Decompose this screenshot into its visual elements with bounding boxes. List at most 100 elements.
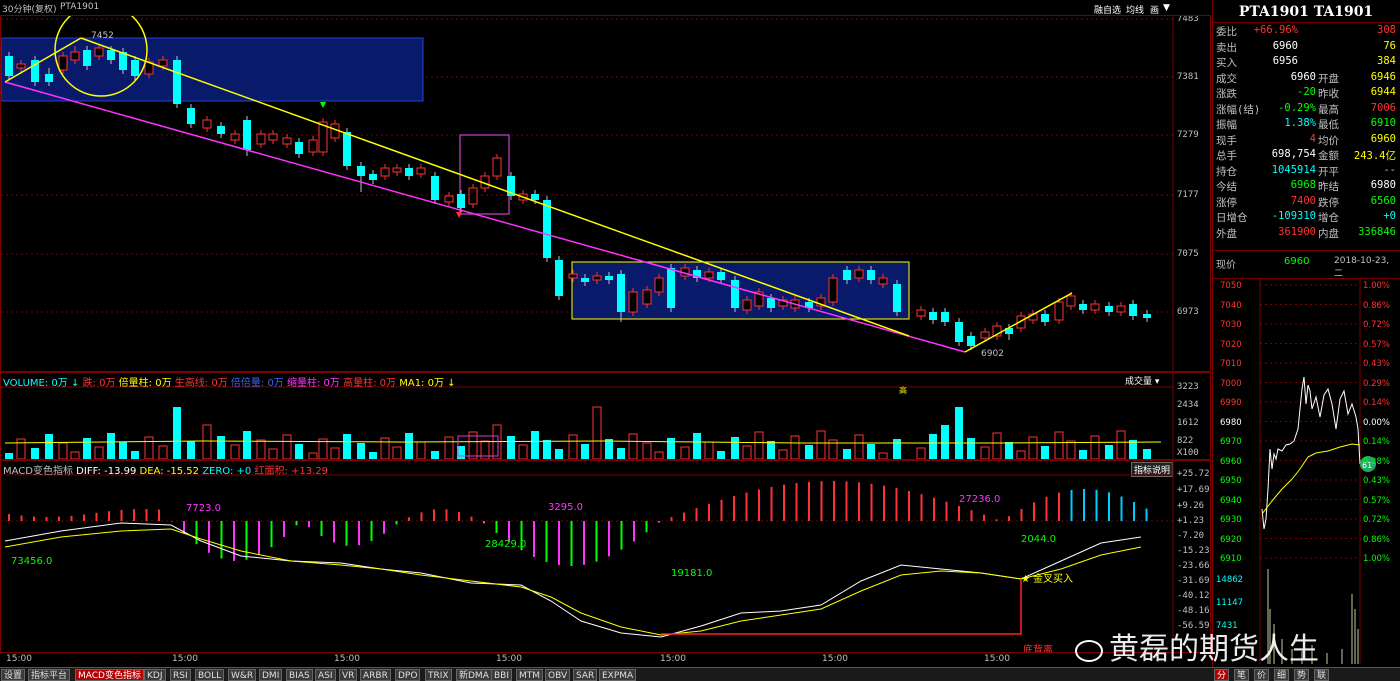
mini-price-tick: 6930 bbox=[1220, 515, 1242, 525]
candle bbox=[1105, 306, 1113, 312]
tab-mtm[interactable]: MTM bbox=[516, 669, 544, 681]
volume-bar bbox=[5, 453, 13, 459]
candle bbox=[704, 271, 714, 279]
quote-value: 698,754 bbox=[1271, 148, 1316, 160]
volume-canvas: 高 bbox=[1, 373, 1174, 459]
volume-bar bbox=[1005, 442, 1013, 459]
tab-rsi[interactable]: RSI bbox=[170, 669, 191, 681]
volume-bar bbox=[642, 442, 652, 459]
volume-bar bbox=[1105, 445, 1113, 459]
volume-bar bbox=[693, 433, 701, 459]
golden-cross-label: 金叉买入 bbox=[1033, 572, 1073, 585]
mini-pct-tick: 0.43% bbox=[1363, 359, 1391, 369]
mini-pct-tick: 0.57% bbox=[1363, 495, 1391, 506]
time-tick: 15:00 bbox=[6, 654, 32, 664]
candle bbox=[731, 280, 739, 308]
quote-value: 336846 bbox=[1358, 225, 1396, 238]
volume-bar bbox=[518, 444, 528, 459]
tab-kdj[interactable]: KDJ bbox=[144, 669, 166, 681]
period-label[interactable]: 30分钟(复权) bbox=[2, 2, 56, 15]
quote-value: -- bbox=[1383, 163, 1396, 176]
time-tick: 15:00 bbox=[172, 654, 198, 664]
volume-bar bbox=[867, 444, 875, 459]
tab-bias[interactable]: BIAS bbox=[286, 669, 313, 681]
tab-tick[interactable]: 笔 bbox=[1234, 669, 1250, 681]
candle bbox=[256, 133, 266, 145]
ctrl-menu[interactable]: ▼ bbox=[1163, 3, 1170, 13]
tab-dpo[interactable]: DPO bbox=[395, 669, 421, 681]
volume-panel[interactable]: VOLUME: 0万 ↓ 跌: 0万 倍量柱: 0万 生高线: 0万 倍倍量: … bbox=[0, 372, 1211, 460]
mini-pct-tick: 0.14% bbox=[1363, 437, 1391, 447]
mini-price-tick: 7050 bbox=[1220, 281, 1242, 291]
tab-detail[interactable]: 细 bbox=[1274, 669, 1290, 681]
kline-panel[interactable]: 7452 6902 7483 7381 7279 7177 7075 6973 bbox=[0, 16, 1211, 372]
quote-value: +66.96% bbox=[1253, 24, 1298, 36]
volume-bar bbox=[405, 433, 413, 459]
tab-macd[interactable]: MACD变色指标 bbox=[75, 669, 144, 681]
quote-value: 6968 bbox=[1290, 179, 1316, 191]
macd-tick: +25.72 bbox=[1177, 469, 1210, 479]
tab-asi[interactable]: ASI bbox=[315, 669, 336, 681]
candle bbox=[1066, 295, 1076, 307]
macd-label: 2044.0 bbox=[1021, 534, 1056, 545]
tab-newdma[interactable]: 新DMA bbox=[456, 669, 492, 681]
kline-canvas[interactable]: 7452 6902 bbox=[1, 16, 1211, 372]
volume-bar bbox=[343, 434, 351, 459]
tab-expma[interactable]: EXPMA bbox=[599, 669, 637, 681]
price-tick: 7483 bbox=[1177, 16, 1199, 24]
vol-tick: 1612 bbox=[1177, 418, 1199, 428]
tab-sar[interactable]: SAR bbox=[573, 669, 598, 681]
ctrl-draw[interactable]: 画 bbox=[1150, 3, 1159, 16]
candle bbox=[581, 278, 589, 282]
tab-bbi[interactable]: BBI bbox=[491, 669, 513, 681]
volume-bar bbox=[916, 447, 926, 459]
quote-key: 振幅 bbox=[1216, 119, 1237, 131]
quote-key: 持仓 bbox=[1216, 165, 1237, 178]
ctrl-ma[interactable]: 均线 bbox=[1126, 3, 1144, 16]
tab-wr[interactable]: W&R bbox=[228, 669, 257, 681]
quote-key: 昨收 bbox=[1318, 88, 1339, 100]
quote-value: 361900 bbox=[1278, 225, 1316, 238]
volume-bar bbox=[778, 449, 788, 459]
candle bbox=[107, 50, 115, 60]
tab-arbr[interactable]: ARBR bbox=[360, 669, 391, 681]
macd-panel[interactable]: MACD变色指标 DIFF: -13.99 DEA: -15.52 ZERO: … bbox=[0, 460, 1211, 653]
volume-bar bbox=[31, 448, 39, 459]
tab-linked[interactable]: 联 bbox=[1314, 669, 1330, 681]
quote-row: 日增仓 -109310 增仓 +0 bbox=[1214, 210, 1398, 224]
tab-minute[interactable]: 分 bbox=[1214, 669, 1230, 681]
indicator-tab-bar: 设置 指标平台 MACD变色指标 KDJ RSI BOLL W&R DMI BI… bbox=[0, 667, 1212, 681]
tab-settings[interactable]: 设置 bbox=[1, 669, 26, 681]
candle bbox=[217, 126, 225, 134]
macd-tick: +17.69 bbox=[1177, 485, 1210, 495]
candle bbox=[605, 276, 613, 280]
volume-bar bbox=[543, 440, 551, 459]
divergence-label: 底背离 bbox=[1023, 643, 1053, 653]
intraday-chart[interactable]: 61 7050 1.00% 7040 0.86% 7030 0.72% 7020 0.57% 7… bbox=[1212, 279, 1400, 667]
volume-bar bbox=[1028, 436, 1038, 459]
macd-tick: +1.23 bbox=[1177, 516, 1205, 526]
volume-bar bbox=[268, 448, 278, 459]
quote-row: 振幅 1.38% 最低 6910 bbox=[1214, 117, 1398, 131]
tab-trend[interactable]: 势 bbox=[1294, 669, 1310, 681]
tab-dmi[interactable]: DMI bbox=[259, 669, 283, 681]
macd-tick: +9.26 bbox=[1177, 501, 1205, 511]
tab-obv[interactable]: OBV bbox=[545, 669, 571, 681]
quote-value: 308 bbox=[1377, 24, 1396, 36]
candle bbox=[1054, 301, 1064, 321]
volume-bar bbox=[980, 446, 990, 459]
volume-bar bbox=[654, 451, 664, 459]
macd-tick: -23.66 bbox=[1177, 561, 1210, 571]
tab-trix[interactable]: TRIX bbox=[425, 669, 452, 681]
candle bbox=[457, 194, 465, 208]
volume-bar bbox=[790, 435, 800, 459]
tab-vr[interactable]: VR bbox=[339, 669, 358, 681]
ctrl-favorite[interactable]: 融自选 bbox=[1094, 3, 1121, 16]
tab-platform[interactable]: 指标平台 bbox=[28, 669, 71, 681]
volume-bar bbox=[416, 441, 426, 459]
quote-key: 涨跌 bbox=[1216, 88, 1237, 100]
candle bbox=[642, 289, 652, 305]
tab-price[interactable]: 价 bbox=[1254, 669, 1270, 681]
tab-boll[interactable]: BOLL bbox=[195, 669, 225, 681]
volume-bar bbox=[230, 444, 240, 459]
